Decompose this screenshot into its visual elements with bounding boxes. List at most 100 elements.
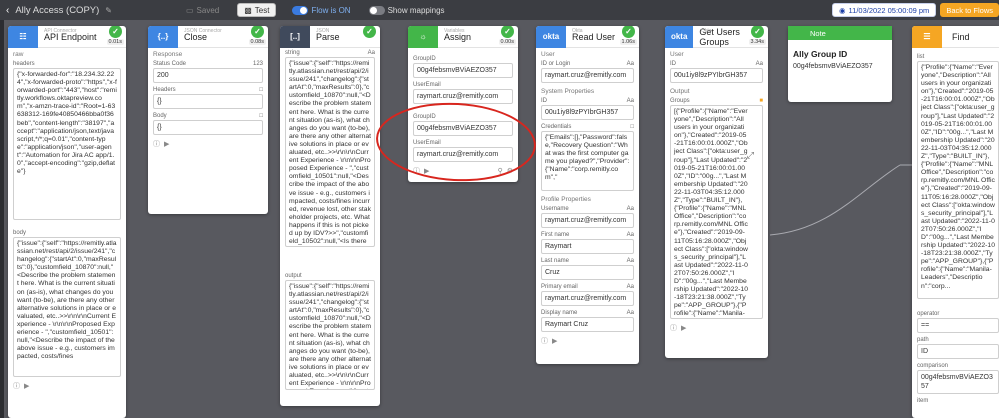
node-read-user[interactable]: okta Okta Read User ✓ 1.06s User ID or L… xyxy=(536,26,639,364)
user-id-field[interactable]: 00u1iy8l9zPYIbrGH357 xyxy=(670,68,763,83)
help-icon[interactable]: ⓘ xyxy=(670,323,677,333)
play-icon[interactable]: ▶ xyxy=(681,324,686,332)
node-type-label: Variables xyxy=(444,28,465,34)
note-header[interactable]: Note xyxy=(788,26,892,40)
okta-icon: okta xyxy=(536,26,566,48)
text-type-label: Aa xyxy=(367,50,375,56)
group-id-label: GroupID xyxy=(413,56,436,62)
note-title[interactable]: Ally Group ID xyxy=(788,40,892,63)
play-icon[interactable]: ▶ xyxy=(164,140,169,148)
field-label: string Aa xyxy=(280,48,380,57)
object-icon: □ xyxy=(259,87,263,93)
list-icon: ☰ xyxy=(912,26,942,48)
body-field[interactable]: {"issue":{"self":"https://remitly.atlass… xyxy=(13,237,121,377)
node-header[interactable]: ☰ Find xyxy=(912,26,999,48)
node-type-label: API Connector xyxy=(44,28,77,34)
duration-badge: 1.06s xyxy=(619,39,637,45)
comparison-field[interactable]: 00g4febsmvBViAEZO357 xyxy=(917,370,999,394)
play-icon[interactable]: ▶ xyxy=(552,337,557,345)
json-braces-icon: {..} xyxy=(148,26,178,48)
headers-field[interactable]: {"x-forwarded-for":"18.234.32.224","x-fo… xyxy=(13,68,121,220)
field-label: ID or Login Aa xyxy=(536,59,639,68)
node-header[interactable]: okta Okta Read User ✓ 1.06s xyxy=(536,26,639,48)
node-type-label: Okta xyxy=(572,28,583,34)
groups-field[interactable]: [{"Profile":{"Name":"Everyone","Descript… xyxy=(670,105,763,319)
path-label: path xyxy=(917,337,929,343)
comparison-label: comparison xyxy=(917,363,949,369)
field-label: Primary email Aa xyxy=(536,282,639,291)
string-label: string xyxy=(285,50,300,56)
credentials-field[interactable]: {"Emails":[],"Password":false,"Recovery … xyxy=(541,131,634,191)
field-label: path xyxy=(912,335,999,344)
text-type-label: Aa xyxy=(626,258,634,264)
output-field[interactable]: {"issue":{"self":"https://remitly.atlass… xyxy=(285,280,375,390)
note-text[interactable]: 00g4febsmvBViAEZO357 xyxy=(788,63,892,70)
list-field[interactable]: {"Profile":{"Name":"Everyone","Descripti… xyxy=(917,61,999,299)
status-code-label: Status Code xyxy=(153,61,187,67)
headers-field[interactable]: {} xyxy=(153,94,263,109)
node-header[interactable]: {..} JSON Connector Close ✓ 0.08s xyxy=(148,26,268,48)
section-label: Response xyxy=(153,51,183,58)
section-label: raw xyxy=(13,51,24,58)
field-label: ID Aa xyxy=(536,96,639,105)
item-label: item xyxy=(917,398,929,404)
node-close[interactable]: {..} JSON Connector Close ✓ 0.08s Respon… xyxy=(148,26,268,214)
node-header[interactable]: ☷ API Connector API Endpoint ✓ 0.01s xyxy=(8,26,126,48)
duration-badge: 0.00s xyxy=(498,39,516,45)
body-field[interactable]: {} xyxy=(153,120,263,135)
expand-icon[interactable]: ⤢ xyxy=(747,150,754,161)
string-field[interactable]: {"issue":{"self":"https://remitly.atlass… xyxy=(285,57,375,247)
credentials-label: Credentials xyxy=(541,124,572,130)
group-id-field[interactable]: 00g4febsmvBViAEZO357 xyxy=(413,63,513,78)
node-find[interactable]: ☰ Find list {"Profile":{"Name":"Everyone… xyxy=(912,26,999,418)
path-field[interactable]: ID xyxy=(917,344,999,359)
section-label: System Properties xyxy=(541,88,595,95)
note-card[interactable]: Note Ally Group ID 00g4febsmvBViAEZO357 xyxy=(788,26,892,102)
last-name-field[interactable]: Cruz xyxy=(541,265,634,280)
output-label: output xyxy=(285,273,302,279)
help-icon[interactable]: ⓘ xyxy=(13,381,20,391)
node-api-endpoint[interactable]: ☷ API Connector API Endpoint ✓ 0.01s raw… xyxy=(8,26,126,418)
primary-email-label: Primary email xyxy=(541,284,578,290)
help-icon[interactable]: ⓘ xyxy=(541,336,548,346)
node-header[interactable]: [..] JSON Parse ✓ xyxy=(280,26,380,48)
success-check-icon: ✓ xyxy=(501,26,514,38)
username-field[interactable]: raymart.cruz@remitly.com xyxy=(541,213,634,228)
node-parse[interactable]: [..] JSON Parse ✓ string Aa {"issue":{"se… xyxy=(280,26,380,406)
user-email-field[interactable]: raymart.cruz@remitly.com xyxy=(413,89,513,104)
node-title[interactable]: Find xyxy=(942,32,970,42)
headers-label: Headers xyxy=(153,87,176,93)
field-label: Groups ■ xyxy=(665,96,768,105)
body-label: body xyxy=(13,230,27,236)
node-header[interactable]: ☼ Variables Assign ✓ 0.00s xyxy=(408,26,518,48)
field-label: headers xyxy=(8,59,126,68)
play-icon[interactable]: ▶ xyxy=(24,382,29,390)
status-code-field[interactable]: 200 xyxy=(153,68,263,83)
success-check-icon: ✓ xyxy=(622,26,635,38)
operator-field[interactable]: == xyxy=(917,318,999,333)
field-label: body xyxy=(8,228,126,237)
field-label: First name Aa xyxy=(536,230,639,239)
success-check-icon: ✓ xyxy=(251,26,264,38)
node-header[interactable]: okta Okta Get Users Groups ✓ 3.34s xyxy=(665,26,768,48)
operator-label: operator xyxy=(917,311,940,317)
text-type-label: Aa xyxy=(626,206,634,212)
primary-email-field[interactable]: raymart.cruz@remitly.com xyxy=(541,291,634,306)
node-footer: ⓘ ▶ xyxy=(536,334,639,348)
id-login-field[interactable]: raymart.cruz@remitly.com xyxy=(541,68,634,83)
duration-badge: 0.01s xyxy=(106,39,124,45)
text-type-label: Aa xyxy=(626,284,634,290)
section-label: User xyxy=(541,51,555,58)
section-label: Profile Properties xyxy=(541,196,591,203)
text-type-label: Aa xyxy=(626,232,634,238)
field-label: UserEmail xyxy=(408,80,518,89)
display-name-field[interactable]: Raymart Cruz xyxy=(541,317,634,332)
id-field[interactable]: 00u1iy8l9zPYIbrGH357 xyxy=(541,105,634,120)
help-icon[interactable]: ⓘ xyxy=(153,139,160,149)
node-get-users-groups[interactable]: okta Okta Get Users Groups ✓ 3.34s User … xyxy=(665,26,768,358)
number-type-label: 123 xyxy=(252,61,263,67)
first-name-field[interactable]: Raymart xyxy=(541,239,634,254)
okta-icon: okta xyxy=(665,26,694,48)
node-footer: ⓘ ▶ xyxy=(148,137,268,151)
node-footer: ⓘ ▶ xyxy=(8,379,126,393)
